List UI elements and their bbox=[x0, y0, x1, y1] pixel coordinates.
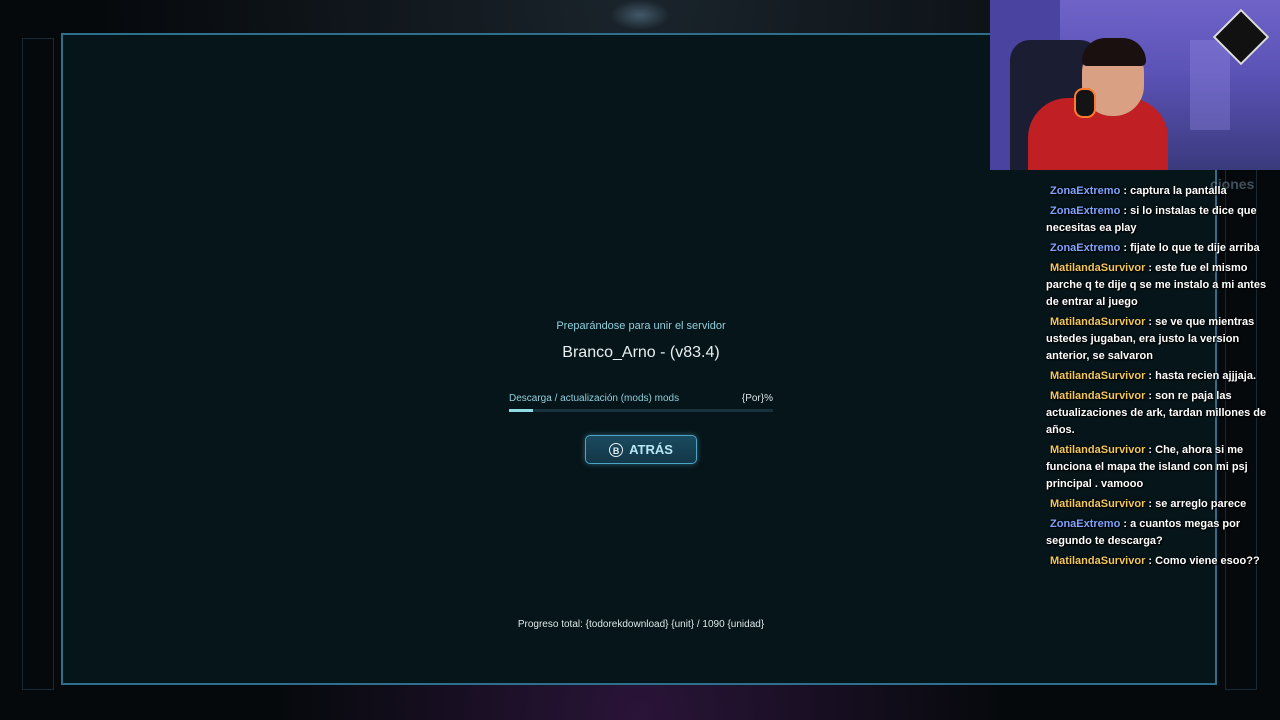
chat-username[interactable]: ZonaExtremo bbox=[1050, 518, 1120, 530]
back-button-label: ATRÁS bbox=[629, 442, 673, 457]
chat-username[interactable]: MatilandaSurvivor bbox=[1050, 262, 1145, 274]
chat-message: ZonaExtremo : fijate lo que te dije arri… bbox=[1050, 242, 1260, 254]
chat-message: MatilandaSurvivor : se ve que mientras u… bbox=[1046, 316, 1255, 362]
progress-label: Descarga / actualización (mods) mods bbox=[509, 393, 680, 404]
progress-bar-fill bbox=[509, 409, 533, 412]
chat-username[interactable]: MatilandaSurvivor bbox=[1050, 370, 1145, 382]
chat-username[interactable]: MatilandaSurvivor bbox=[1050, 555, 1145, 567]
chat-message: MatilandaSurvivor : se arreglo parece bbox=[1050, 498, 1247, 510]
server-name: Branco_Arno - (v83.4) bbox=[562, 344, 720, 361]
chat-message: ZonaExtremo : si lo instalas te dice que… bbox=[1046, 205, 1257, 234]
chat-username[interactable]: MatilandaSurvivor bbox=[1050, 390, 1145, 402]
chat-message: MatilandaSurvivor : Che, ahora si me fun… bbox=[1046, 444, 1248, 490]
chat-message: MatilandaSurvivor : hasta recien ajjjaja… bbox=[1050, 370, 1257, 382]
chat-text: Como viene esoo?? bbox=[1155, 555, 1260, 567]
top-emblem-glow bbox=[610, 0, 670, 30]
chat-message: MatilandaSurvivor : Como viene esoo?? bbox=[1050, 555, 1260, 567]
b-button-icon: B bbox=[609, 442, 624, 457]
total-progress-text: Progreso total: {todorekdownload} {unit}… bbox=[517, 619, 765, 630]
chat-username[interactable]: MatilandaSurvivor bbox=[1050, 498, 1145, 510]
chat-username[interactable]: ZonaExtremo bbox=[1050, 205, 1120, 217]
chat-username[interactable]: ZonaExtremo bbox=[1050, 185, 1120, 197]
chat-username[interactable]: ZonaExtremo bbox=[1050, 242, 1120, 254]
webcam-overlay bbox=[990, 0, 1280, 170]
chat-text: se arreglo parece bbox=[1155, 498, 1247, 510]
chat-text: hasta recien ajjjaja. bbox=[1155, 370, 1257, 382]
background-frame-left bbox=[22, 38, 54, 690]
loading-panel: Preparándose para unir el servidor Branc… bbox=[509, 35, 773, 687]
progress-percent: {Por}% bbox=[741, 393, 773, 404]
headset-icon bbox=[1074, 88, 1096, 118]
chat-message: ZonaExtremo : a cuantos megas por segund… bbox=[1046, 518, 1241, 547]
chat-message: ZonaExtremo : captura la pantalla bbox=[1050, 185, 1227, 197]
chat-text: captura la pantalla bbox=[1130, 185, 1227, 197]
back-button[interactable]: B ATRÁS bbox=[585, 435, 697, 464]
webcam-door bbox=[1190, 40, 1230, 130]
stream-chat: ZonaExtremo : captura la pantalla ZonaExt… bbox=[1046, 183, 1268, 573]
chat-username[interactable]: MatilandaSurvivor bbox=[1050, 444, 1145, 456]
status-text: Preparándose para unir el servidor bbox=[556, 320, 726, 332]
webcam-person-hair bbox=[1082, 38, 1146, 66]
chat-message: MatilandaSurvivor : este fue el mismo pa… bbox=[1046, 262, 1267, 308]
progress-bar bbox=[509, 409, 773, 412]
chat-username[interactable]: MatilandaSurvivor bbox=[1050, 316, 1145, 328]
chat-message: MatilandaSurvivor : son re paja las actu… bbox=[1046, 390, 1267, 436]
chat-text: fijate lo que te dije arriba bbox=[1130, 242, 1260, 254]
